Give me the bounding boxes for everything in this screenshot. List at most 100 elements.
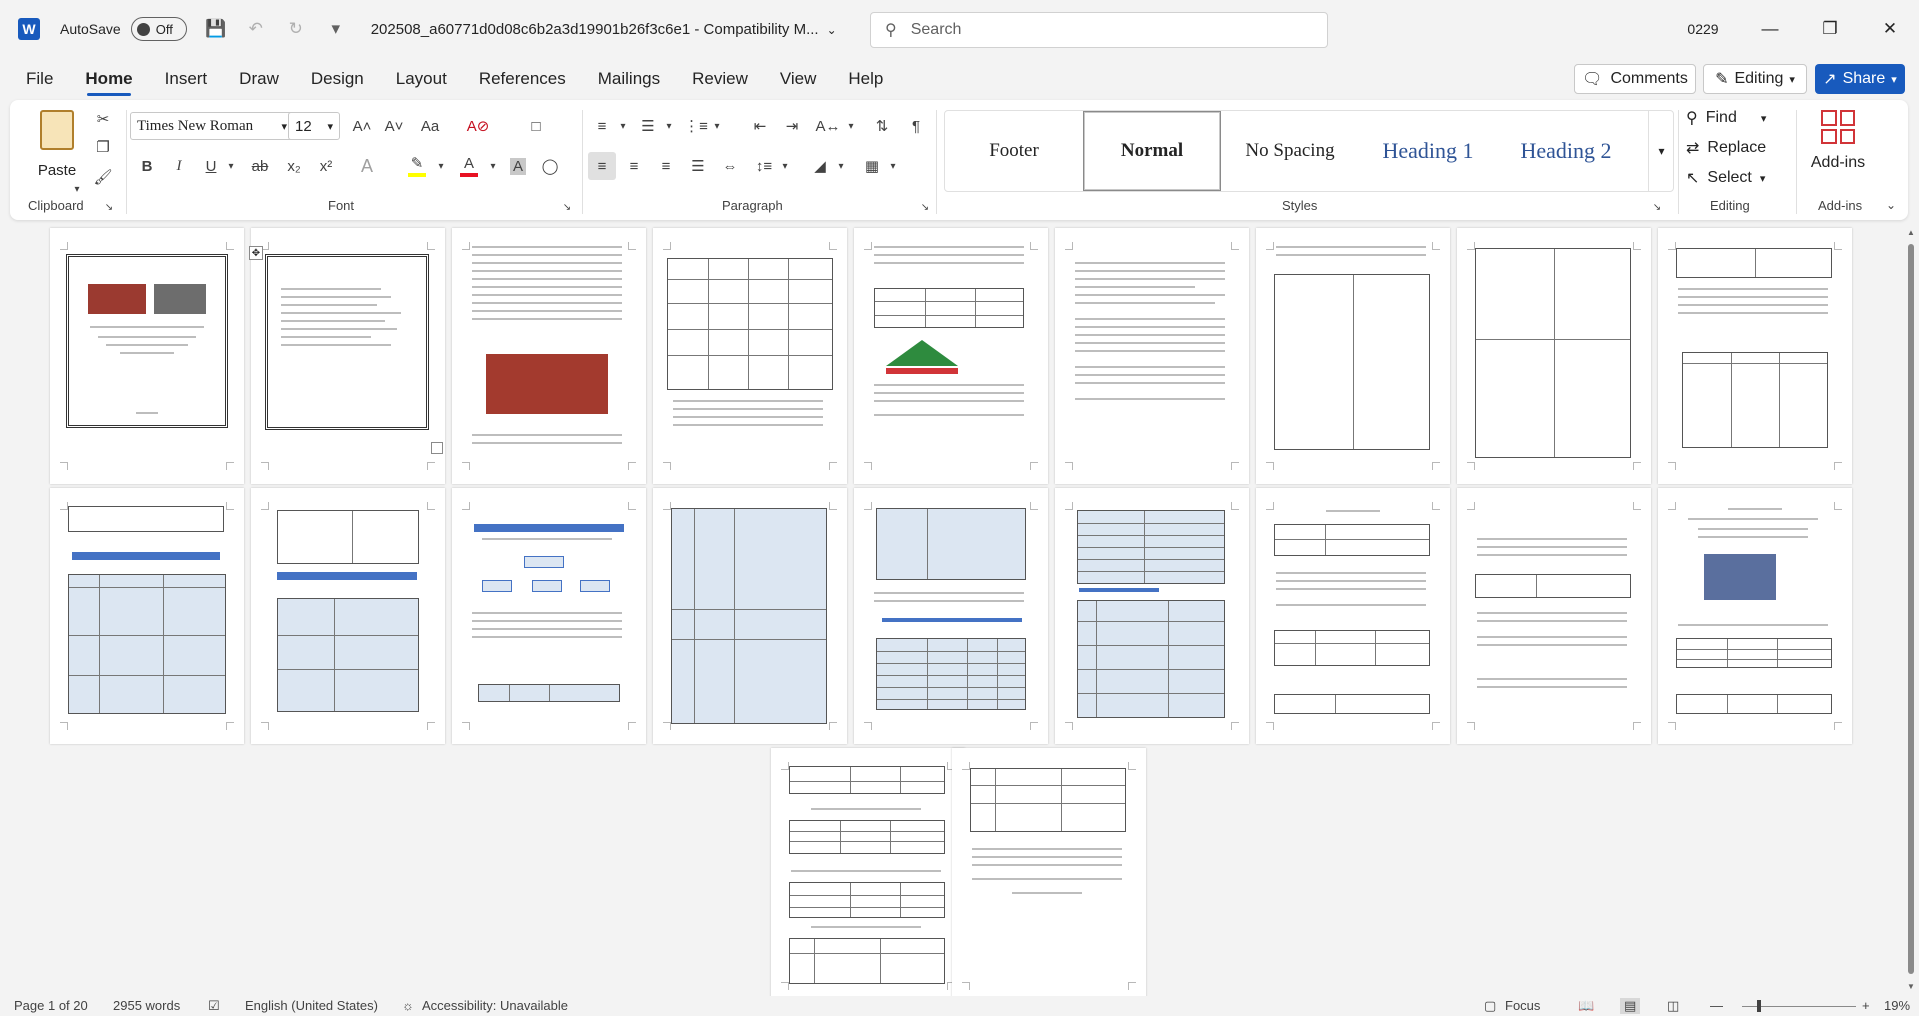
page-thumbnail[interactable] [854, 488, 1048, 744]
tab-layout[interactable]: Layout [380, 62, 463, 96]
page-thumbnail[interactable] [50, 228, 244, 484]
tab-draw[interactable]: Draw [223, 62, 295, 96]
scroll-up-icon[interactable]: ▲ [1907, 228, 1915, 237]
change-case-icon[interactable]: Aa [412, 112, 448, 140]
page-thumbnail[interactable] [952, 748, 1146, 996]
shading-icon[interactable]: ◢ [806, 152, 834, 180]
character-shading-icon[interactable]: A [504, 152, 532, 180]
cut-icon[interactable]: ✂ [92, 108, 114, 130]
multilevel-list-icon[interactable]: ⋮≡ [682, 112, 710, 140]
enclose-characters-icon[interactable]: ◯ [536, 152, 564, 180]
text-effects-box-icon[interactable]: □ [522, 112, 550, 140]
vertical-scrollbar[interactable]: ▲ ▼ [1903, 224, 1919, 996]
format-painter-icon[interactable]: 🖌 [92, 166, 114, 188]
zoom-out-icon[interactable]: — [1710, 998, 1723, 1013]
language-status[interactable]: English (United States) [245, 998, 378, 1013]
font-family-select[interactable]: Times New Roman ▾ [130, 112, 294, 140]
strikethrough-button[interactable]: ab [246, 152, 274, 180]
tab-mailings[interactable]: Mailings [582, 62, 676, 96]
borders-icon[interactable]: ▦ [858, 152, 886, 180]
style-no-spacing[interactable]: No Spacing [1221, 111, 1359, 191]
chevron-down-icon[interactable]: ▾ [662, 112, 676, 140]
search-box[interactable]: ⚲ Search [870, 12, 1328, 48]
tab-design[interactable]: Design [295, 62, 380, 96]
editing-mode-button[interactable]: ✎ Editing ▾ [1703, 64, 1807, 94]
numbering-icon[interactable]: ☰ [634, 112, 662, 140]
dialog-launcher-icon[interactable]: ↘ [1650, 200, 1664, 214]
share-button[interactable]: ↗ Share ▾ [1815, 64, 1905, 94]
find-button[interactable]: ⚲ Find ▾ [1686, 108, 1766, 128]
show-formatting-marks-icon[interactable]: ¶ [902, 112, 930, 140]
undo-icon[interactable]: ↶ [245, 19, 267, 39]
page-thumbnail[interactable] [1055, 488, 1249, 744]
add-ins-button[interactable]: Add-ins [1808, 110, 1868, 172]
chevron-down-icon[interactable]: ▾ [886, 152, 900, 180]
web-layout-icon[interactable]: ◫ [1667, 998, 1679, 1014]
chevron-down-icon[interactable]: ▾ [616, 112, 630, 140]
page-thumbnail[interactable] [452, 488, 646, 744]
page-thumbnail[interactable] [653, 228, 847, 484]
dialog-launcher-icon[interactable]: ↘ [918, 200, 932, 214]
proofing-icon[interactable]: ☑ [208, 998, 220, 1014]
close-icon[interactable]: ✕ [1872, 14, 1908, 44]
font-size-select[interactable]: 12 ▾ [288, 112, 340, 140]
zoom-slider-thumb[interactable] [1757, 1000, 1761, 1012]
page-thumbnail[interactable] [1658, 488, 1852, 744]
highlight-color-icon[interactable]: ✎ [402, 152, 432, 180]
chevron-down-icon[interactable]: ▾ [844, 112, 858, 140]
grow-font-icon[interactable]: A˄ [348, 112, 376, 140]
save-icon[interactable]: 💾 [205, 19, 227, 39]
accessibility-status[interactable]: Accessibility: Unavailable [422, 998, 568, 1013]
character-spacing-icon[interactable]: A↔ [814, 112, 842, 140]
scroll-down-icon[interactable]: ▼ [1907, 982, 1915, 991]
print-layout-icon[interactable]: ▤ [1620, 998, 1641, 1014]
page-thumbnail[interactable] [1457, 488, 1651, 744]
user-badge[interactable]: 0229 [1686, 14, 1720, 44]
tab-home[interactable]: Home [69, 62, 148, 96]
select-button[interactable]: ↖ Select ▾ [1686, 168, 1765, 188]
chevron-down-icon[interactable]: ▾ [224, 152, 238, 180]
page-thumbnail[interactable] [50, 488, 244, 744]
line-spacing-icon[interactable]: ↕≡ [750, 152, 778, 180]
decrease-indent-icon[interactable]: ⇤ [746, 112, 774, 140]
table-move-handle-icon[interactable]: ✥ [249, 246, 263, 260]
page-thumbnail[interactable] [1256, 488, 1450, 744]
read-mode-icon[interactable]: 📖 [1578, 998, 1594, 1014]
italic-button[interactable]: I [166, 152, 192, 180]
page-thumbnail[interactable] [1457, 228, 1651, 484]
document-title[interactable]: 202508_a60771d0d08c6b2a3d19901b26f3c6e1 … [371, 21, 837, 38]
customize-toolbar-icon[interactable]: ▾ [325, 19, 347, 39]
chevron-down-icon[interactable]: ▾ [434, 152, 448, 180]
document-canvas[interactable]: ✥ [0, 224, 1903, 996]
chevron-down-icon[interactable]: ▾ [834, 152, 848, 180]
page-thumbnail[interactable] [653, 488, 847, 744]
page-thumbnail[interactable] [1256, 228, 1450, 484]
style-heading-2[interactable]: Heading 2 [1497, 111, 1635, 191]
bullets-icon[interactable]: ≡ [588, 112, 616, 140]
zoom-in-icon[interactable]: + [1862, 998, 1870, 1013]
chevron-down-icon[interactable]: ▾ [486, 152, 500, 180]
redo-icon[interactable]: ↻ [285, 19, 307, 39]
page-thumbnail[interactable] [854, 228, 1048, 484]
copy-icon[interactable]: ❐ [92, 136, 114, 158]
scrollbar-thumb[interactable] [1908, 244, 1914, 974]
chevron-down-icon[interactable]: ▾ [70, 182, 84, 196]
sort-icon[interactable]: ⇅ [868, 112, 896, 140]
dialog-launcher-icon[interactable]: ↘ [560, 200, 574, 214]
page-count[interactable]: Page 1 of 20 [14, 998, 88, 1013]
zoom-level[interactable]: 19% [1884, 998, 1910, 1013]
underline-button[interactable]: U [198, 152, 224, 180]
restore-icon[interactable]: ❐ [1812, 14, 1848, 44]
tab-file[interactable]: File [10, 62, 69, 96]
focus-mode-button[interactable]: Focus [1505, 998, 1540, 1013]
comments-button[interactable]: 🗨 Comments [1574, 64, 1696, 94]
minimize-icon[interactable]: — [1752, 14, 1788, 44]
tab-help[interactable]: Help [832, 62, 899, 96]
shrink-font-icon[interactable]: A˅ [380, 112, 408, 140]
style-normal[interactable]: Normal [1083, 111, 1221, 191]
page-thumbnail[interactable] [452, 228, 646, 484]
tab-view[interactable]: View [764, 62, 833, 96]
table-resize-handle-icon[interactable] [431, 442, 443, 454]
font-color-icon[interactable]: A [454, 152, 484, 180]
bold-button[interactable]: B [134, 152, 160, 180]
